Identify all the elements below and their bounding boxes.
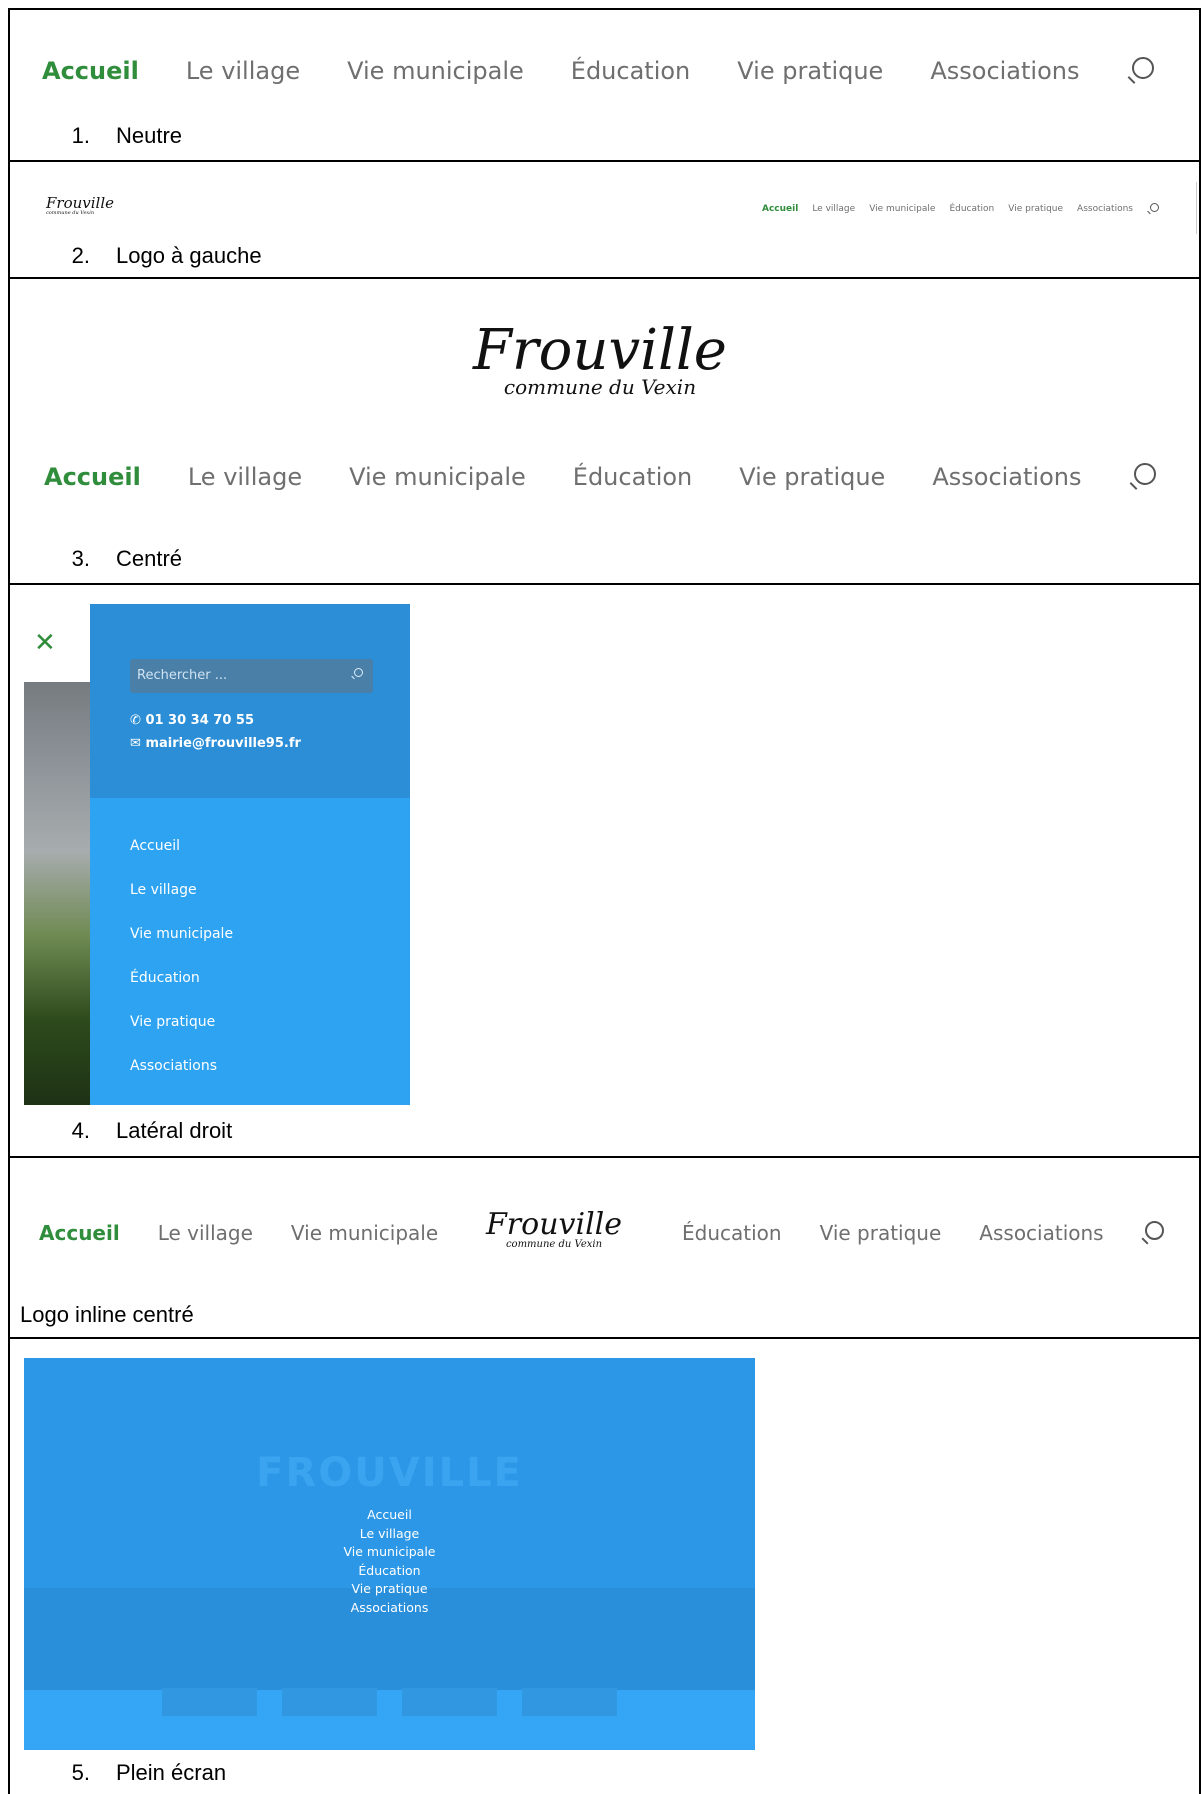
fullscreen-overlay: FROUVILLE Accueil Le village Vie municip…	[24, 1358, 755, 1750]
nav-item-accueil[interactable]: Accueil	[44, 463, 141, 491]
search-icon[interactable]	[1128, 463, 1157, 491]
logo-inline: Frouville commune du Vexin	[482, 1210, 626, 1250]
nav-item-vie-municipale[interactable]: Vie municipale	[349, 463, 526, 491]
mail-icon: ✉	[130, 736, 141, 751]
divider	[8, 1156, 1201, 1158]
nav-centre: Accueil Le village Vie municipale Éducat…	[44, 462, 1157, 492]
nav-item-vie-pratique[interactable]: Vie pratique	[739, 463, 885, 491]
ghost-button	[282, 1688, 377, 1716]
email-line: ✉ mairie@frouville95.fr	[130, 736, 301, 751]
menu-item-accueil[interactable]: Accueil	[24, 1506, 755, 1525]
caption-lateral: 4. Latéral droit	[71, 1118, 233, 1143]
caption-logo-left: 2. Logo à gauche	[71, 243, 262, 268]
caption-inline: Logo inline centré	[20, 1302, 194, 1327]
nav-item-education[interactable]: Éducation	[949, 204, 994, 214]
nav-item-le-village[interactable]: Le village	[188, 463, 302, 491]
nav-item-vie-pratique[interactable]: Vie pratique	[820, 1221, 942, 1245]
nav-item-education[interactable]: Éducation	[571, 57, 690, 85]
nav-item-vie-pratique[interactable]: Vie pratique	[1008, 204, 1063, 214]
nav-item-education[interactable]: Éducation	[682, 1221, 782, 1245]
nav-item-vie-municipale[interactable]: Vie municipale	[347, 57, 524, 85]
ghost-button	[162, 1688, 257, 1716]
search-icon[interactable]	[1147, 203, 1159, 215]
search-icon[interactable]	[351, 668, 363, 680]
phone-icon: ✆	[130, 713, 141, 728]
menu-item-vie-municipale[interactable]: Vie municipale	[24, 1543, 755, 1562]
logo-main: Frouville	[46, 194, 115, 212]
nav-logo-left: Accueil Le village Vie municipale Éducat…	[762, 202, 1159, 216]
ghost-band	[24, 1690, 755, 1750]
email-link[interactable]: mairie@frouville95.fr	[145, 736, 300, 751]
divider	[8, 583, 1201, 585]
sidebar-item-accueil[interactable]: Accueil	[130, 838, 180, 854]
sidebar-item-associations[interactable]: Associations	[130, 1058, 217, 1074]
nav-inline-right: Éducation Vie pratique Associations	[682, 1220, 1164, 1246]
nav-item-le-village[interactable]: Le village	[812, 204, 855, 214]
nav-item-associations[interactable]: Associations	[979, 1221, 1103, 1245]
caption-centre: 3. Centré	[71, 546, 183, 571]
ghost-button	[522, 1688, 617, 1716]
menu-item-vie-pratique[interactable]: Vie pratique	[24, 1580, 755, 1599]
scroll-edge	[1196, 182, 1197, 234]
nav-item-education[interactable]: Éducation	[573, 463, 692, 491]
nav-item-vie-municipale[interactable]: Vie municipale	[291, 1221, 438, 1245]
menu-item-education[interactable]: Éducation	[24, 1562, 755, 1581]
nav-item-vie-pratique[interactable]: Vie pratique	[737, 57, 883, 85]
search-placeholder: Rechercher ...	[137, 668, 228, 683]
sidebar-item-vie-municipale[interactable]: Vie municipale	[130, 926, 233, 942]
nav-item-accueil[interactable]: Accueil	[762, 204, 798, 214]
caption-plein-ecran: 5. Plein écran	[71, 1760, 227, 1785]
logo-left: Frouville commune du Vexin	[46, 196, 118, 216]
caption-neutre: 1. Neutre	[71, 123, 183, 148]
nav-item-associations[interactable]: Associations	[932, 463, 1081, 491]
nav-item-associations[interactable]: Associations	[930, 57, 1079, 85]
divider	[8, 277, 1201, 279]
nav-item-le-village[interactable]: Le village	[158, 1221, 253, 1245]
divider	[8, 8, 1201, 10]
nav-neutre: Accueil Le village Vie municipale Éducat…	[42, 56, 1155, 86]
menu-item-le-village[interactable]: Le village	[24, 1525, 755, 1544]
ghost-site-title: FROUVILLE	[256, 1450, 523, 1496]
lateral-panel: Rechercher ... ✆ 01 30 34 70 55 ✉ mairie…	[90, 604, 410, 1105]
nav-item-vie-municipale[interactable]: Vie municipale	[869, 204, 935, 214]
sidebar-item-le-village[interactable]: Le village	[130, 882, 197, 898]
sidebar-item-education[interactable]: Éducation	[130, 970, 200, 986]
nav-item-accueil[interactable]: Accueil	[42, 57, 139, 85]
divider	[8, 160, 1201, 162]
nav-item-associations[interactable]: Associations	[1077, 204, 1133, 214]
close-icon[interactable]: ✕	[34, 630, 56, 656]
phone-line: ✆ 01 30 34 70 55	[130, 713, 254, 728]
menu-item-associations[interactable]: Associations	[24, 1599, 755, 1618]
ghost-button	[402, 1688, 497, 1716]
search-icon[interactable]	[1140, 1221, 1164, 1245]
search-input[interactable]: Rechercher ...	[130, 659, 373, 693]
logo-main: Frouville	[485, 1207, 623, 1242]
phone-number[interactable]: 01 30 34 70 55	[145, 713, 254, 728]
logo-centered: Frouville commune du Vexin	[450, 318, 750, 398]
logo-main: Frouville	[473, 318, 727, 383]
background-photo	[24, 682, 90, 1105]
nav-item-accueil[interactable]: Accueil	[39, 1221, 120, 1245]
nav-inline-left: Accueil Le village Vie municipale	[39, 1220, 438, 1246]
nav-item-le-village[interactable]: Le village	[186, 57, 300, 85]
sidebar-item-vie-pratique[interactable]: Vie pratique	[130, 1014, 215, 1030]
search-icon[interactable]	[1126, 57, 1155, 85]
lateral-panel-header: Rechercher ... ✆ 01 30 34 70 55 ✉ mairie…	[90, 604, 410, 798]
divider	[8, 1337, 1201, 1339]
fullscreen-menu: Accueil Le village Vie municipale Éducat…	[24, 1506, 755, 1617]
